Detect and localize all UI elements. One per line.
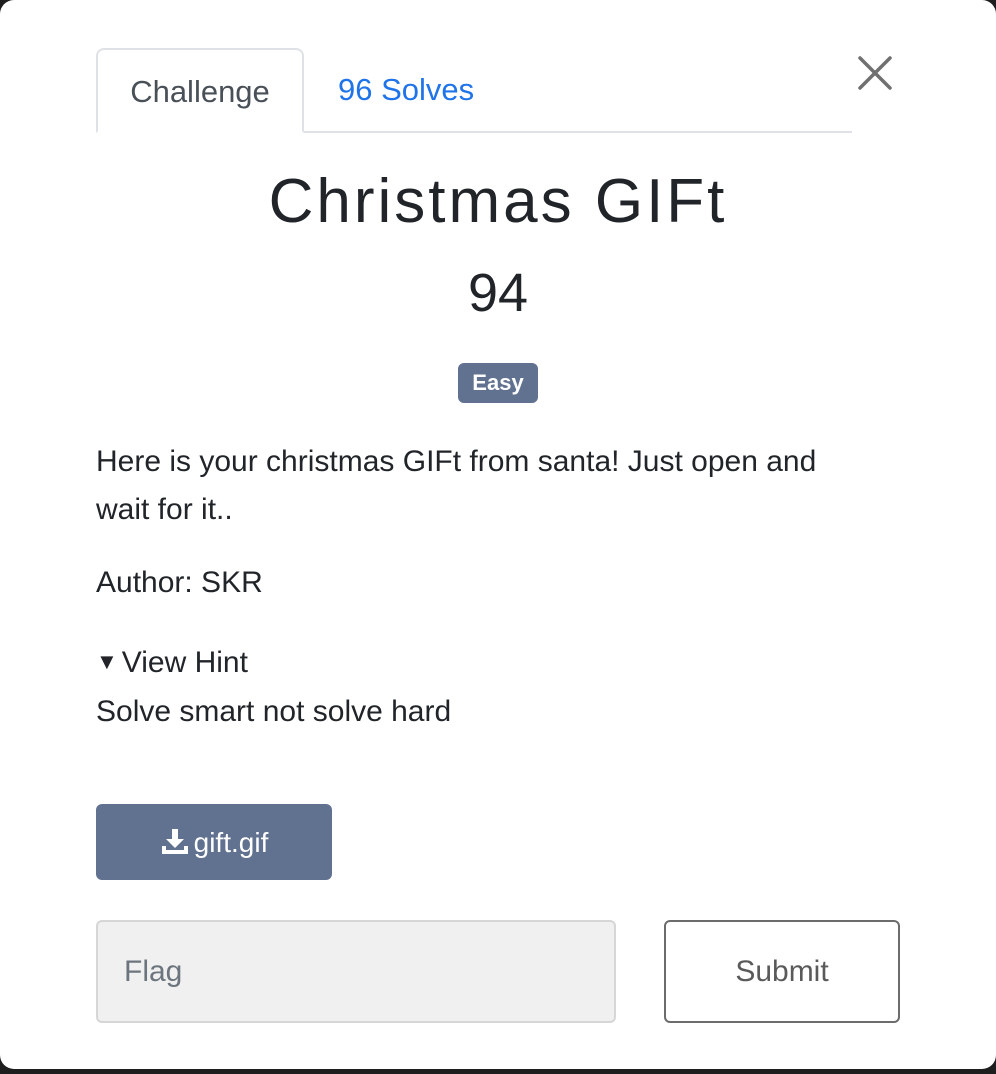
submit-button[interactable]: Submit: [664, 920, 900, 1023]
hint-text: Solve smart not solve hard: [96, 695, 452, 728]
download-file-button[interactable]: gift.gif: [96, 804, 332, 880]
view-hint-label: View Hint: [121, 646, 248, 679]
challenge-description: Here is your christmas GIFt from santa! …: [96, 445, 817, 526]
challenge-modal: Challenge 96 Solves Christmas GIFt 94 Ea…: [0, 0, 996, 1069]
triangle-down-icon: ▼: [96, 649, 118, 674]
tab-challenge[interactable]: Challenge: [96, 48, 304, 133]
close-icon: [858, 56, 892, 90]
challenge-points: 94: [467, 263, 529, 323]
file-name: gift.gif: [193, 827, 269, 858]
download-icon: [161, 829, 188, 854]
modal-tabs: Challenge 96 Solves: [96, 48, 852, 133]
challenge-title: Christmas GIFt: [268, 167, 728, 236]
tab-solves[interactable]: 96 Solves: [338, 48, 474, 131]
difficulty-badge: Easy: [458, 363, 538, 403]
view-hint-toggle[interactable]: ▼ View Hint: [96, 646, 248, 680]
close-button[interactable]: [852, 50, 898, 96]
challenge-author: Author: SKR: [96, 566, 263, 599]
flag-input[interactable]: [96, 920, 616, 1023]
